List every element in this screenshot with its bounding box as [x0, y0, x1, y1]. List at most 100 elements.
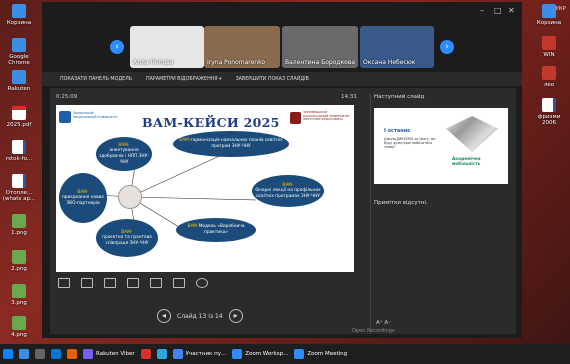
- file-icon: [12, 4, 26, 18]
- prev-slide-button[interactable]: ◂: [157, 309, 171, 323]
- desktop-icon[interactable]: 3.png: [2, 284, 36, 306]
- app-icon: [51, 349, 61, 359]
- node-binary-lectures: ВАМ-бінарні лекції на профільних освітні…: [252, 175, 324, 207]
- gallery-prev-button[interactable]: ‹: [110, 40, 124, 54]
- taskbar-app-label: Zoom Meeting: [307, 351, 348, 357]
- desktop-icon-label: 3.png: [11, 300, 27, 306]
- desktop-icon[interactable]: 1.png: [2, 214, 36, 236]
- presenter-toolbar: ПОКАЗАТИ ПАНЕЛЬ МОДЕЛЬ ПАРАМЕТРИ ВІДОБРА…: [42, 72, 522, 86]
- app-icon: [67, 349, 77, 359]
- desktop-icon[interactable]: 2.png: [2, 250, 36, 272]
- current-slide: Запорізький Національний Університет ВАМ…: [56, 105, 354, 272]
- clock: 14:31: [341, 94, 357, 100]
- taskbar-app[interactable]: [64, 344, 80, 364]
- file-icon: [12, 70, 26, 84]
- app-icon: [232, 349, 243, 359]
- taskbar-app[interactable]: [138, 344, 154, 364]
- toolbar-end-show[interactable]: ЗАВЕРШИТИ ПОКАЗ СЛАЙДІВ: [236, 77, 309, 82]
- next-slide-preview[interactable]: І останнє Дякую/ДЯКУЄМО за увагу, ми буд…: [374, 108, 508, 184]
- desktop-icon[interactable]: rstok-fo...: [2, 140, 36, 162]
- participant-tile[interactable]: Валентина Бородкова: [282, 26, 358, 68]
- camera-icon[interactable]: [173, 278, 185, 288]
- node-harmonization: ВАМ-гармонізація навчальних планів освіт…: [173, 131, 289, 157]
- taskbar-app[interactable]: Rakuten Viber: [80, 344, 138, 364]
- desktop-icon-label: 2.png: [11, 266, 27, 272]
- desktop-icon[interactable]: Корзина: [2, 4, 36, 26]
- app-icon: [35, 349, 45, 359]
- participant-name: Iryna Ponomarenko: [207, 59, 266, 66]
- desktop-icon[interactable]: WIN: [532, 36, 566, 58]
- file-icon: [12, 174, 26, 188]
- zoom-icon[interactable]: [104, 278, 116, 288]
- pointer-icon[interactable]: [127, 278, 139, 288]
- participant-tile[interactable]: Оксана Небесюк: [360, 26, 434, 68]
- desktop-icon[interactable]: 2025.pdf: [2, 106, 36, 128]
- font-size-icons[interactable]: A⁺ A⁻: [376, 320, 391, 326]
- next-slide-button[interactable]: ▸: [228, 309, 243, 323]
- file-icon: [12, 38, 26, 52]
- taskbar: Rakuten Viber Участник пу... Zoom Worksp..…: [0, 344, 570, 364]
- desktop-icon[interactable]: Rakuten: [2, 70, 36, 92]
- open-recordings[interactable]: Open Recordings: [352, 328, 395, 334]
- zoom-window: – □ ✕ ‹ › Алла Попова Iryna Ponomarenko Ва…: [42, 2, 522, 338]
- taskbar-app-label: Участник пу...: [185, 351, 227, 357]
- minimize-icon[interactable]: –: [480, 6, 484, 15]
- file-icon: [12, 250, 26, 264]
- desktop-icon-label: 2025.pdf: [6, 122, 32, 128]
- taskbar-app[interactable]: [48, 344, 64, 364]
- start-button[interactable]: [0, 344, 16, 364]
- more-icon[interactable]: [196, 278, 208, 288]
- node-grant-cooperation: ВАМ-проєктна та грантова співпраця ЗНУ-Ч…: [96, 219, 158, 257]
- next-slide-headline: І останнє: [384, 128, 411, 134]
- desktop-icon-label: лео: [543, 82, 555, 88]
- desktop-icon[interactable]: Google Chrome: [2, 38, 36, 67]
- toolbar-display-settings[interactable]: ПАРАМЕТРИ ВІДОБРАЖЕННЯ ▾: [146, 77, 222, 82]
- file-icon: [542, 4, 556, 18]
- taskbar-app[interactable]: Участник пу...: [170, 344, 230, 364]
- desktop-icon-label: 4.png: [11, 332, 27, 338]
- participant-name: Алла Попова: [133, 59, 174, 66]
- participant-tile[interactable]: Алла Попова: [130, 26, 204, 68]
- next-slide-label: Наступний слайд: [374, 94, 425, 100]
- slide-counter: Слайд 13 із 14: [177, 312, 223, 320]
- language-indicator[interactable]: УКР: [555, 6, 566, 12]
- file-icon: [12, 214, 26, 228]
- file-icon: [542, 98, 556, 112]
- next-slide-footer: Академічна мобільність: [452, 156, 481, 167]
- next-slide-body: Дякую/ДЯКУЄМО за увагу, ми буду дуже рад…: [384, 137, 436, 150]
- desktop-icon-label: Корзина: [6, 20, 32, 26]
- presenter-tools: [58, 278, 208, 288]
- speaker-notes: Примітки відсутні.: [374, 200, 428, 206]
- desktop-icon-label: rstok-fo...: [5, 156, 33, 162]
- close-icon[interactable]: ✕: [508, 6, 515, 15]
- taskbar-app[interactable]: [32, 344, 48, 364]
- center-image: [118, 185, 142, 209]
- diamond-image: [446, 116, 498, 152]
- participant-tile[interactable]: Iryna Ponomarenko: [204, 26, 280, 68]
- desktop-icon-label: фризми 2006: [537, 114, 561, 127]
- toolbar-show-taskbar[interactable]: ПОКАЗАТИ ПАНЕЛЬ МОДЕЛЬ: [60, 77, 132, 82]
- node-practice-model: ВАМ-Модель «Виробнича практика»: [176, 218, 256, 242]
- desktop-icon[interactable]: Отопле... (whats ap...: [2, 174, 36, 203]
- presentation-timer: 0:25:09: [56, 94, 78, 100]
- next-slide-panel: Наступний слайд І останнє Дякую/ДЯКУЄМО …: [370, 94, 516, 334]
- maximize-icon[interactable]: □: [494, 6, 502, 15]
- participant-name: Валентина Бородкова: [285, 59, 356, 66]
- desktop-icon[interactable]: 4.png: [2, 316, 36, 338]
- file-icon: [12, 140, 26, 154]
- subtitles-icon[interactable]: [150, 278, 162, 288]
- taskbar-app[interactable]: [16, 344, 32, 364]
- file-icon: [12, 316, 26, 330]
- desktop-icon[interactable]: лео: [532, 66, 566, 88]
- file-icon: [12, 284, 26, 298]
- taskbar-app[interactable]: Zoom Meeting: [291, 344, 350, 364]
- grid-icon[interactable]: [81, 278, 93, 288]
- taskbar-app-label: Zoom Worksp...: [245, 351, 289, 357]
- pen-icon[interactable]: [58, 278, 70, 288]
- desktop-icon[interactable]: фризми 2006: [532, 98, 566, 127]
- node-new-partners: ВАМ-приєднання нових ЗВО-партнерів: [59, 173, 107, 223]
- taskbar-app[interactable]: [154, 344, 170, 364]
- taskbar-app[interactable]: Zoom Worksp...: [229, 344, 291, 364]
- app-icon: [172, 349, 183, 359]
- gallery-next-button[interactable]: ›: [440, 40, 454, 54]
